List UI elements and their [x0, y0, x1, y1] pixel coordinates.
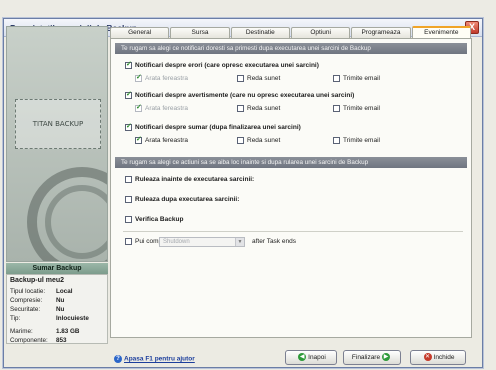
run-before-checkbox[interactable]: Ruleaza inainte de executarea sarcinii:	[125, 176, 254, 183]
checkbox-icon	[333, 137, 340, 144]
cancel-icon: ✕	[423, 353, 432, 362]
finish-button[interactable]: Finalizare ▶	[343, 350, 401, 365]
checkbox-icon	[135, 73, 142, 82]
verify-backup-checkbox[interactable]: Verifica Backup	[125, 216, 183, 223]
summary-row: Compresie: Nu	[10, 297, 65, 304]
help-icon: ?	[114, 355, 122, 363]
tab-strip: General Sursa Destinatie Optiuni Program…	[110, 26, 472, 38]
checkbox-icon	[125, 122, 132, 131]
errors-play-sound-checkbox[interactable]: Reda sunet	[237, 75, 280, 82]
checkbox-icon	[125, 196, 132, 203]
events-panel: Te rugam sa alegi ce notificari doresti …	[110, 38, 472, 338]
checkbox-icon	[237, 137, 244, 144]
warnings-notification-checkbox[interactable]: Notificari despre avertismente (care nu …	[125, 90, 354, 99]
checkbox-icon	[135, 135, 142, 144]
checkbox-icon	[125, 238, 132, 245]
summary-show-window-checkbox[interactable]: Arata fereastra	[135, 135, 188, 144]
tab-events[interactable]: Evenimente	[411, 26, 471, 38]
checkbox-icon	[125, 90, 132, 99]
divider	[123, 231, 463, 232]
tab-options[interactable]: Optiuni	[290, 27, 351, 38]
chevron-down-icon: ▼	[235, 238, 244, 246]
summary-play-sound-checkbox[interactable]: Reda sunet	[237, 137, 280, 144]
summary-row: Securitate: Nu	[10, 306, 65, 313]
tab-schedule[interactable]: Programeaza	[351, 27, 411, 38]
checkbox-icon	[135, 103, 142, 112]
errors-send-email-checkbox[interactable]: Trimite email	[333, 75, 380, 82]
summary-send-email-checkbox[interactable]: Trimite email	[333, 137, 380, 144]
titan-backup-logo: TITAN BACKUP	[15, 99, 101, 149]
summary-title: Sumar Backup	[6, 263, 108, 274]
warnings-play-sound-checkbox[interactable]: Reda sunet	[237, 105, 280, 112]
checkbox-icon	[237, 105, 244, 112]
warnings-send-email-checkbox[interactable]: Trimite email	[333, 105, 380, 112]
brand-panel: TITAN BACKUP	[6, 26, 108, 262]
summary-row: Tipul locatie: Local	[10, 288, 73, 295]
backup-name: Backup-ul meu2	[10, 277, 65, 284]
tab-destination[interactable]: Destinatie	[230, 27, 290, 38]
checkbox-icon	[125, 176, 132, 183]
after-task-label: after Task ends	[252, 238, 296, 245]
run-after-checkbox[interactable]: Ruleaza dupa executarea sarcinii:	[125, 196, 239, 203]
checkbox-icon	[333, 105, 340, 112]
errors-notification-checkbox[interactable]: Notificari despre erori (care opresc exe…	[125, 60, 319, 69]
checkbox-icon	[125, 216, 132, 223]
checkbox-icon	[333, 75, 340, 82]
back-button[interactable]: ◀ Inapoi	[285, 350, 337, 365]
summary-row: Componente: 853	[10, 337, 67, 344]
summary-panel: Backup-ul meu2 Tipul locatie: Local Compr…	[6, 274, 108, 344]
errors-show-window-checkbox[interactable]: Arata fereastra	[135, 73, 188, 82]
power-state-select[interactable]: Shutdown ▼	[159, 237, 245, 247]
checkbox-icon	[125, 60, 132, 69]
close-button[interactable]: ✕ Inchide	[410, 350, 466, 365]
summary-row: Tip: Inlocuieste	[10, 315, 89, 322]
summary-row: Marime: 1.83 GB	[10, 328, 80, 335]
back-arrow-icon: ◀	[298, 353, 307, 362]
tab-general[interactable]: General	[110, 27, 170, 38]
summary-notification-checkbox[interactable]: Notificari despre sumar (dupa finalizare…	[125, 122, 301, 131]
tab-source[interactable]: Sursa	[170, 27, 230, 38]
actions-header: Te rugam sa alegi ce actiuni sa se aiba …	[115, 157, 467, 168]
notifications-header: Te rugam sa alegi ce notificari doresti …	[115, 43, 467, 54]
help-link[interactable]: ? Apasa F1 pentru ajutor	[114, 355, 195, 363]
checkbox-icon	[237, 75, 244, 82]
warnings-show-window-checkbox[interactable]: Arata fereastra	[135, 103, 188, 112]
forward-arrow-icon: ▶	[382, 353, 391, 362]
